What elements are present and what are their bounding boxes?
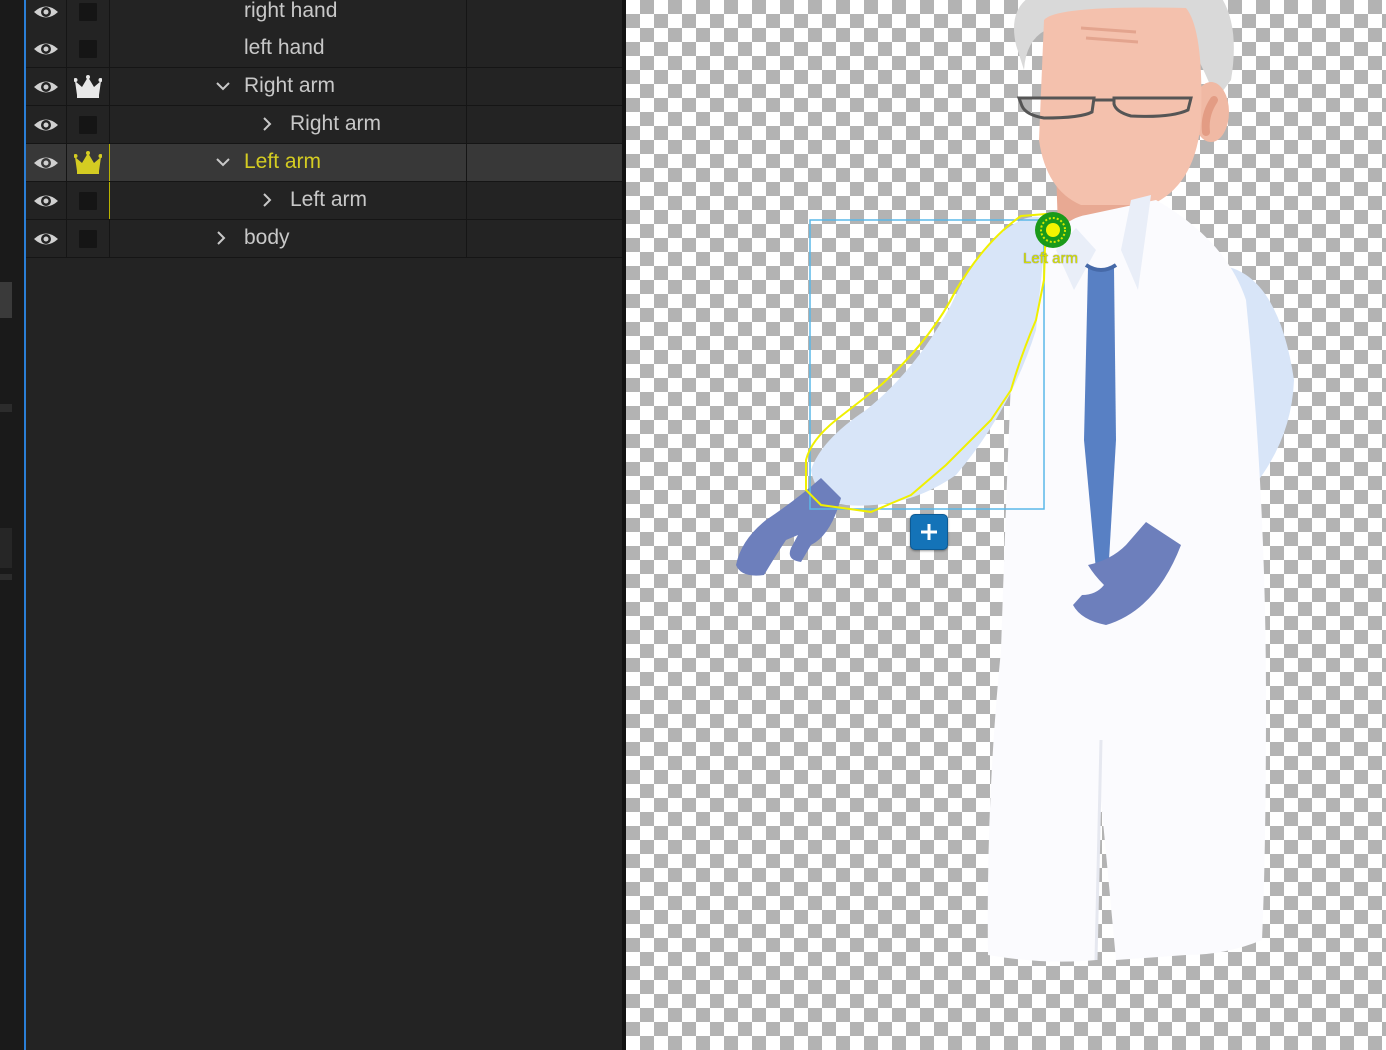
tag-cell[interactable] [67, 68, 110, 105]
eye-icon [34, 119, 58, 130]
layer-name-cell[interactable]: Right arm [110, 68, 467, 105]
visibility-toggle[interactable] [26, 144, 67, 181]
tag-swatch[interactable] [79, 229, 97, 248]
visibility-toggle[interactable] [26, 182, 67, 219]
visibility-toggle[interactable] [26, 106, 67, 143]
handle-label: Left arm [1023, 250, 1079, 267]
tag-cell[interactable] [67, 0, 110, 30]
eye-icon [34, 233, 58, 244]
layer-row-left-hand[interactable]: left hand [26, 30, 622, 68]
visibility-toggle[interactable] [26, 0, 67, 30]
layer-row-left-arm[interactable]: Left arm [26, 182, 622, 220]
layer-name-cell[interactable]: Right arm [110, 106, 467, 143]
left-glove [736, 478, 841, 576]
tag-swatch[interactable] [79, 39, 97, 58]
character-puppet[interactable] [626, 0, 1386, 1050]
layers-panel: right hand left hand Right arm Right arm… [26, 0, 622, 1050]
plus-icon [921, 524, 937, 540]
puppet-canvas[interactable]: Left arm [626, 0, 1386, 1050]
layer-row-right-arm-group[interactable]: Right arm [26, 68, 622, 106]
visibility-toggle[interactable] [26, 220, 67, 257]
tag-cell[interactable] [67, 106, 110, 143]
visibility-toggle[interactable] [26, 68, 67, 105]
eye-icon [34, 157, 58, 168]
visibility-toggle[interactable] [26, 30, 67, 67]
layer-label: left hand [244, 36, 325, 59]
layer-name-cell[interactable]: left hand [110, 30, 467, 67]
layer-label: Left arm [290, 188, 368, 211]
crown-icon[interactable] [74, 150, 102, 175]
layer-name-cell[interactable]: body [110, 220, 467, 257]
eye-icon [34, 195, 58, 206]
layer-label: Right arm [290, 112, 382, 135]
head [1039, 7, 1202, 205]
layer-row-body[interactable]: body [26, 220, 622, 258]
layer-row-left-arm-group[interactable]: Left arm [26, 144, 622, 182]
chevron-right-icon[interactable] [260, 115, 274, 133]
layer-label: right hand [244, 0, 338, 22]
tag-cell[interactable] [67, 30, 110, 67]
left-panel-strip [0, 0, 24, 1050]
chevron-down-icon[interactable] [216, 77, 230, 95]
layer-name-cell[interactable]: Left arm [110, 144, 467, 181]
tag-cell[interactable] [67, 220, 110, 257]
layer-label: Left arm [244, 150, 322, 173]
chevron-right-icon[interactable] [214, 229, 228, 247]
panel-gutter-mark [0, 404, 12, 412]
chevron-down-icon[interactable] [216, 153, 230, 171]
tag-cell[interactable] [67, 144, 110, 181]
layer-label: Right arm [244, 74, 336, 97]
tag-swatch[interactable] [79, 191, 97, 210]
panel-gutter-mark-2 [0, 528, 12, 568]
crown-icon[interactable] [74, 74, 102, 99]
tag-swatch[interactable] [79, 115, 97, 134]
layer-name-cell[interactable]: Left arm [110, 182, 467, 219]
eye-icon [34, 43, 58, 54]
panel-gutter-mark-3 [0, 574, 12, 580]
layer-row-right-hand[interactable]: right hand [26, 0, 622, 31]
chevron-right-icon[interactable] [260, 191, 274, 209]
tag-swatch[interactable] [79, 2, 97, 21]
eye-icon [34, 81, 58, 92]
tag-cell[interactable] [67, 182, 110, 219]
collapsed-panel-tab[interactable] [0, 282, 12, 318]
layer-row-right-arm[interactable]: Right arm [26, 106, 622, 144]
layer-name-cell[interactable]: right hand [110, 0, 467, 30]
layer-label: body [244, 226, 290, 249]
add-handle-button[interactable] [910, 514, 948, 550]
eye-icon [34, 6, 58, 17]
